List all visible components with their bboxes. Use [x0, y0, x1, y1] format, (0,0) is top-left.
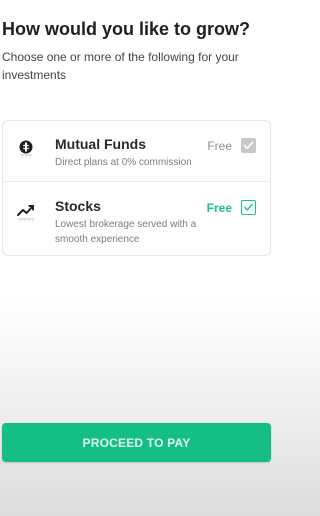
- option-price: Free: [207, 139, 232, 153]
- options-card: Mutual Funds Direct plans at 0% commissi…: [2, 120, 271, 256]
- stocks-checkbox[interactable]: [241, 200, 256, 215]
- page-title: How would you like to grow?: [2, 19, 250, 39]
- option-description: Lowest brokerage served with a smooth ex…: [55, 219, 197, 245]
- option-title: Mutual Funds: [55, 136, 146, 152]
- stocks-chart-icon: [15, 200, 37, 222]
- mutual-funds-icon: [15, 137, 37, 159]
- page-subtitle: Choose one or more of the following for …: [2, 50, 239, 82]
- option-row-stocks[interactable]: Stocks Lowest brokerage served with a sm…: [3, 182, 270, 256]
- option-row-mutual-funds[interactable]: Mutual Funds Direct plans at 0% commissi…: [3, 121, 270, 181]
- option-description: Direct plans at 0% commission: [55, 157, 192, 168]
- option-title: Stocks: [55, 198, 101, 214]
- option-price: Free: [206, 201, 232, 215]
- plan-selection-screen: How would you like to grow? Choose one o…: [0, 0, 285, 516]
- mutual-funds-checkbox[interactable]: [241, 138, 256, 153]
- proceed-to-pay-button[interactable]: PROCEED TO PAY: [2, 423, 271, 462]
